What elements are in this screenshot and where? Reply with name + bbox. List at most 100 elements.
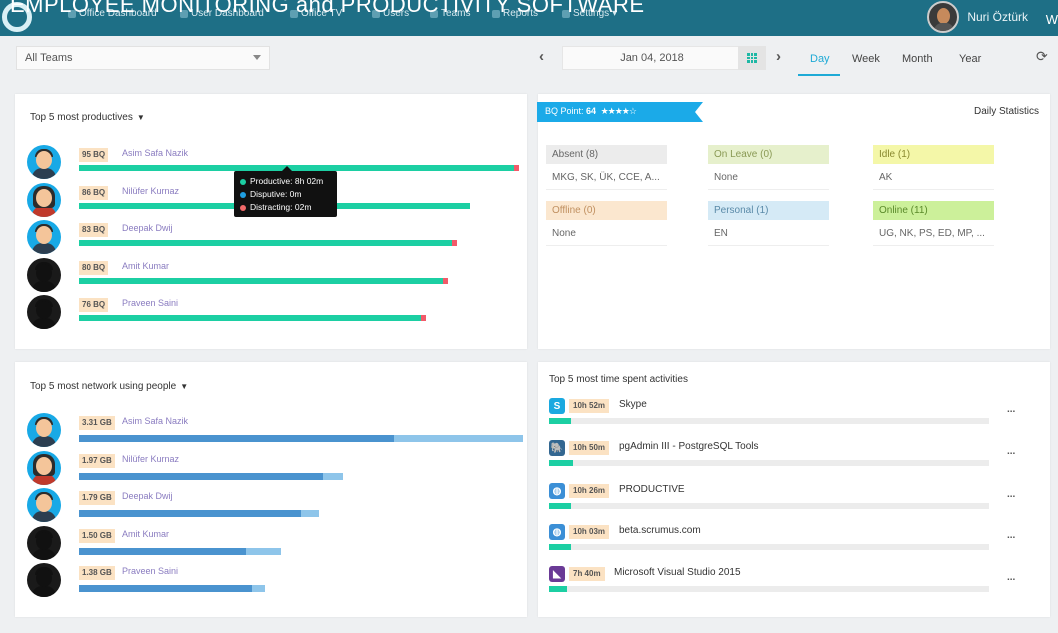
network-row[interactable]: 1.38 GB Praveen Saini [27, 563, 517, 599]
more-options-icon[interactable]: ... [1007, 404, 1015, 415]
stat-value: MKG, SK, ÜK, CCE, A... [552, 172, 660, 183]
person-name[interactable]: Amit Kumar [122, 529, 169, 539]
stat-label[interactable]: Absent (8) [546, 145, 667, 164]
avatar [27, 183, 61, 217]
stat-label[interactable]: Personal (1) [708, 201, 829, 220]
network-bar[interactable] [79, 435, 523, 442]
daily-stats-title: Daily Statistics [974, 106, 1040, 117]
stat-label[interactable]: Offline (0) [546, 201, 667, 220]
bq-badge: 83 BQ [79, 223, 109, 237]
distracting-segment [443, 278, 448, 284]
activity-bar [549, 544, 989, 550]
tab-day[interactable]: Day [810, 53, 830, 65]
avatar [27, 563, 61, 597]
user-name: Nuri Öztürk [967, 10, 1028, 24]
stat-divider [708, 245, 829, 246]
network-main-segment [79, 473, 323, 480]
stat-divider [708, 189, 829, 190]
user-avatar [927, 1, 960, 33]
bq-badge: 80 BQ [79, 261, 109, 275]
avatar [27, 526, 61, 560]
avatar [27, 295, 61, 329]
avatar [27, 451, 61, 485]
disputive-dot [240, 191, 246, 198]
network-bar[interactable] [79, 585, 265, 592]
time-badge: 10h 50m [569, 441, 610, 455]
prev-date-button[interactable]: ‹ [539, 48, 544, 65]
person-name[interactable]: Amit Kumar [122, 261, 169, 271]
productive-panel-title[interactable]: Top 5 most productives ▼ [30, 112, 145, 123]
network-usage-badge: 1.50 GB [79, 529, 115, 543]
bq-badge: 86 BQ [79, 186, 109, 200]
activity-bar-fill [549, 586, 567, 592]
productive-row[interactable]: 80 BQ Amit Kumar [27, 258, 517, 294]
productive-segment [79, 240, 452, 246]
more-options-icon[interactable]: ... [1007, 489, 1015, 500]
network-row[interactable]: 1.79 GB Deepak Dwij [27, 488, 517, 524]
person-name[interactable]: Praveen Saini [122, 566, 178, 576]
productivity-bar[interactable] [79, 240, 457, 246]
network-row[interactable]: 1.97 GB Nilüfer Kurnaz [27, 451, 517, 487]
activity-row[interactable]: 🐘 10h 50m pgAdmin III - PostgreSQL Tools..… [549, 440, 1019, 476]
network-bar[interactable] [79, 473, 343, 480]
productivity-bar[interactable] [79, 315, 426, 321]
productive-dot [240, 178, 246, 185]
activity-name: beta.scrumus.com [619, 525, 701, 536]
globe-icon: ◍ [549, 483, 565, 499]
productive-segment [79, 315, 421, 321]
activity-row[interactable]: ◣ 7h 40m Microsoft Visual Studio 2015... [549, 566, 1019, 602]
activity-row[interactable]: ◍ 10h 03m beta.scrumus.com... [549, 524, 1019, 560]
time-badge: 10h 03m [569, 525, 610, 539]
productive-row[interactable]: 83 BQ Deepak Dwij [27, 220, 517, 256]
stat-label[interactable]: Online (11) [873, 201, 994, 220]
network-usage-badge: 1.97 GB [79, 454, 115, 468]
bq-badge: 95 BQ [79, 148, 109, 162]
next-date-button[interactable]: › [776, 48, 781, 65]
stat-value: None [552, 228, 576, 239]
top-navigation: Office Dashboard User Dashboard Office T… [0, 0, 1058, 36]
avatar [27, 145, 61, 179]
productive-row[interactable]: 76 BQ Praveen Saini [27, 295, 517, 331]
skype-icon: S [549, 398, 565, 414]
person-name[interactable]: Nilüfer Kurnaz [122, 454, 179, 464]
more-options-icon[interactable]: ... [1007, 446, 1015, 457]
stat-label[interactable]: Idle (1) [873, 145, 994, 164]
team-select[interactable]: All Teams [16, 46, 270, 70]
avatar [27, 220, 61, 254]
network-panel: Top 5 most network using people ▼ 3.31 GB… [15, 362, 527, 617]
distracting-segment [452, 240, 457, 246]
daily-stats-panel [538, 94, 1050, 349]
person-name[interactable]: Nilüfer Kurnaz [122, 186, 179, 196]
person-name[interactable]: Deepak Dwij [122, 491, 173, 501]
network-bar[interactable] [79, 510, 319, 517]
person-name[interactable]: Asim Safa Nazik [122, 416, 188, 426]
network-usage-badge: 3.31 GB [79, 416, 115, 430]
network-row[interactable]: 3.31 GB Asim Safa Nazik [27, 413, 523, 449]
tab-week[interactable]: Week [852, 53, 880, 65]
tab-year[interactable]: Year [959, 53, 981, 65]
tab-month[interactable]: Month [902, 53, 933, 65]
person-name[interactable]: Asim Safa Nazik [122, 148, 188, 158]
more-options-icon[interactable]: ... [1007, 572, 1015, 583]
user-menu[interactable]: Nuri Öztürk [927, 0, 1050, 34]
avatar [27, 258, 61, 292]
person-name[interactable]: Deepak Dwij [122, 223, 173, 233]
distracting-dot [240, 204, 246, 211]
network-bar[interactable] [79, 548, 281, 555]
activity-name: Skype [619, 399, 647, 410]
network-row[interactable]: 1.50 GB Amit Kumar [27, 526, 517, 562]
productivity-bar[interactable] [79, 278, 448, 284]
date-field[interactable]: Jan 04, 2018 [562, 46, 742, 70]
activity-row[interactable]: ◍ 10h 26m PRODUCTIVE... [549, 483, 1019, 519]
chevron-down-icon: ▼ [180, 382, 189, 391]
more-options-icon[interactable]: ... [1007, 530, 1015, 541]
distracting-segment [514, 165, 519, 171]
stat-label[interactable]: On Leave (0) [708, 145, 829, 164]
person-name[interactable]: Praveen Saini [122, 298, 178, 308]
filter-bar: All Teams ‹ Jan 04, 2018 › Day Week Mont… [8, 36, 1058, 82]
activities-panel-title: Top 5 most time spent activities [549, 374, 688, 385]
network-panel-title[interactable]: Top 5 most network using people ▼ [30, 381, 188, 392]
calendar-button[interactable] [738, 46, 766, 70]
refresh-icon[interactable]: ⟳ [1036, 48, 1048, 65]
activity-row[interactable]: S 10h 52m Skype... [549, 398, 1019, 434]
